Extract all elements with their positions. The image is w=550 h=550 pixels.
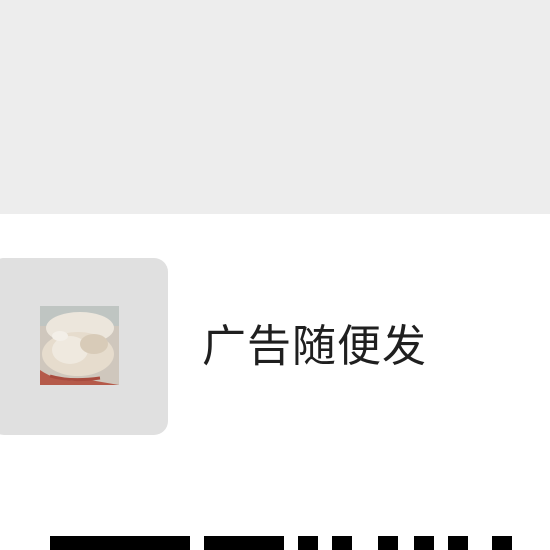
chat-item-title: 广告随便发 (202, 321, 427, 372)
cropped-glyph-bar (332, 536, 352, 550)
cropped-glyph-bar (50, 536, 190, 550)
bread-photo-icon (40, 306, 119, 385)
cropped-glyph-bar (298, 536, 318, 550)
cropped-glyph-bar (448, 536, 468, 550)
cropped-glyph-bar (204, 536, 284, 550)
cropped-glyph-bar (414, 536, 434, 550)
cropped-next-item (0, 536, 550, 550)
bread-photo-svg (40, 306, 119, 385)
cropped-glyph-bar (492, 536, 512, 550)
cropped-glyph-bar (378, 536, 398, 550)
header-area (0, 0, 550, 214)
